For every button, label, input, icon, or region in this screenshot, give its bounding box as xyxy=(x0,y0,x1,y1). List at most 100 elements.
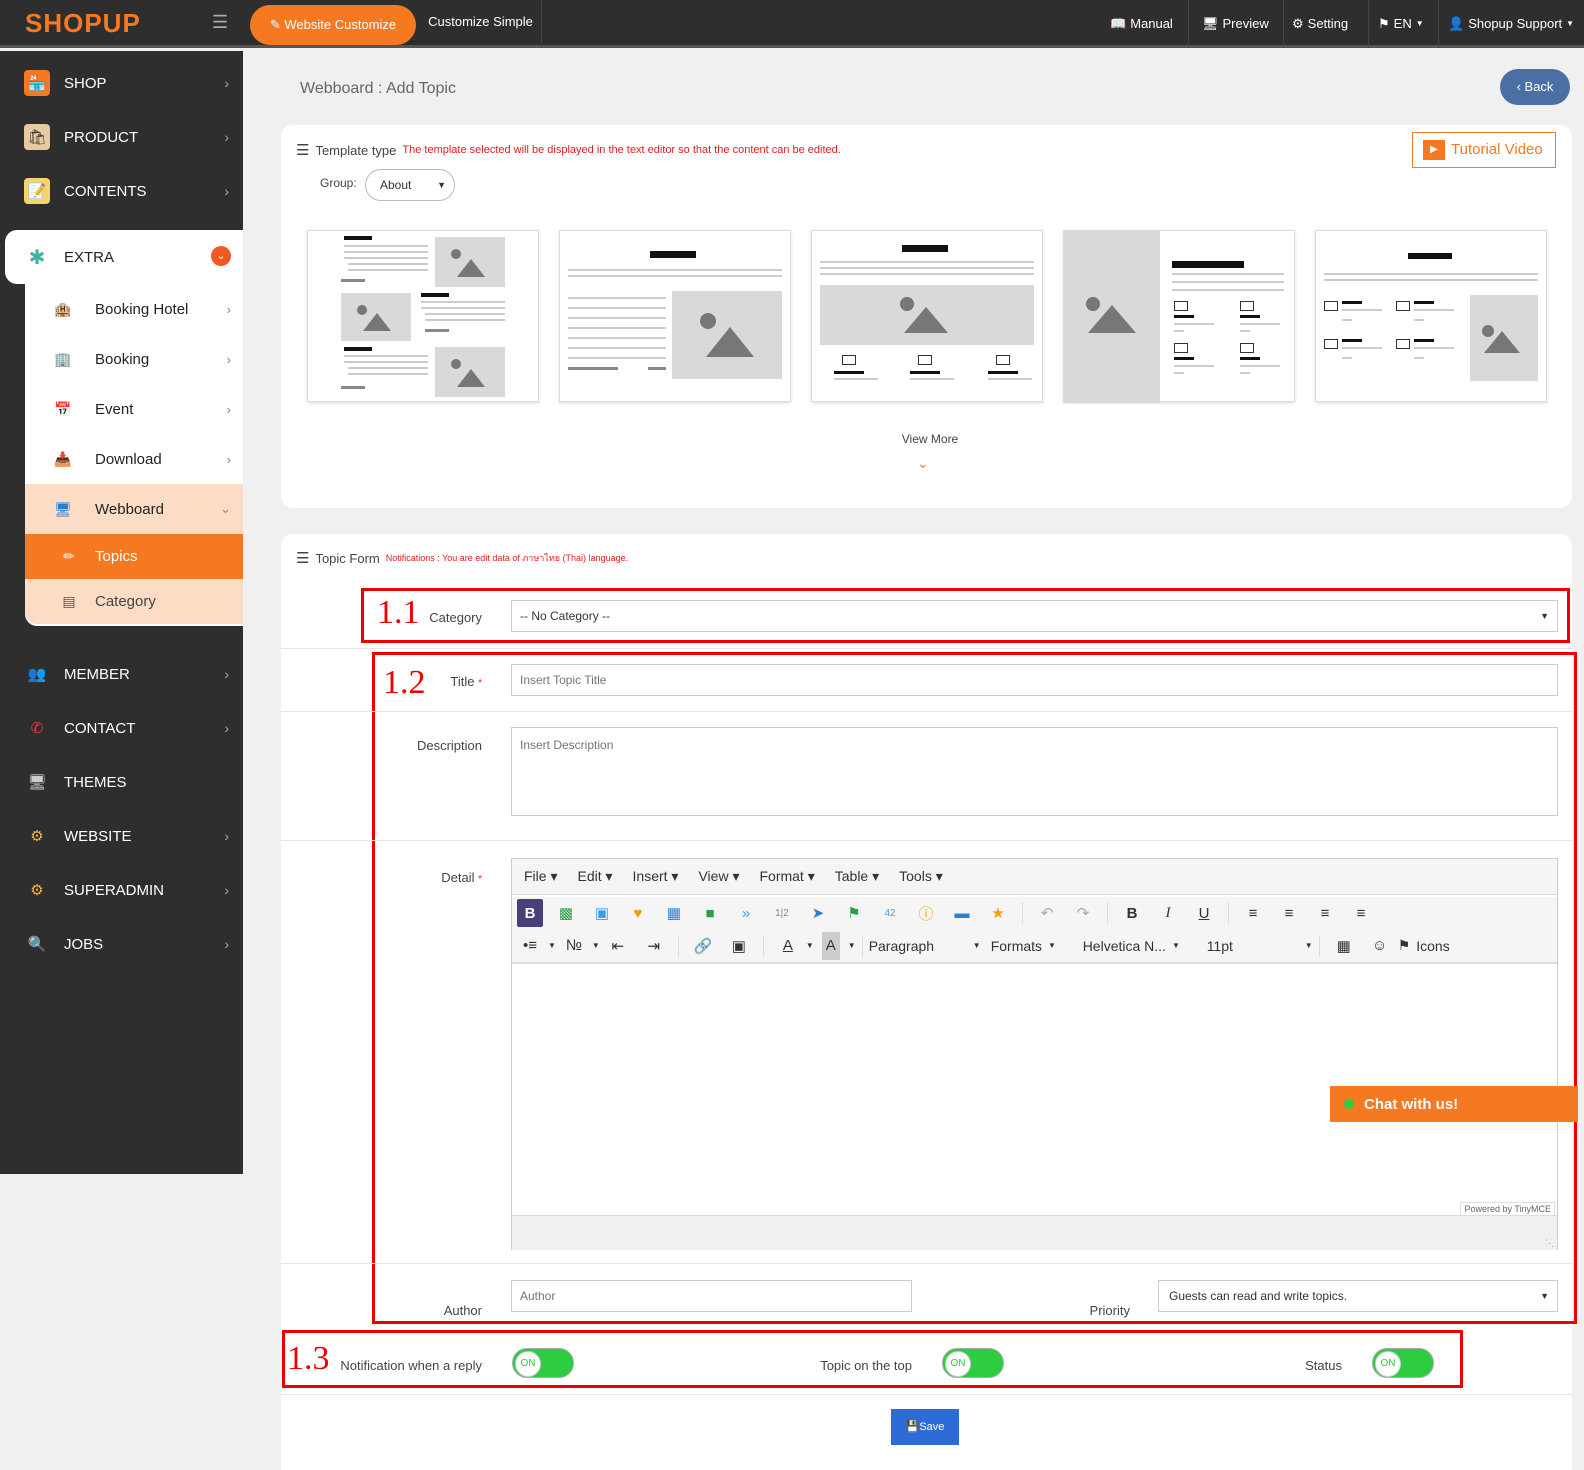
underline-icon[interactable]: U xyxy=(1186,899,1222,927)
sidebar-item-contact[interactable]: ✆ CONTACT › xyxy=(0,701,243,755)
powered-by-label[interactable]: Powered by TinyMCE xyxy=(1460,1202,1555,1216)
notification-reply-toggle[interactable]: ON xyxy=(512,1348,574,1378)
author-input[interactable] xyxy=(511,1280,912,1312)
italic-icon[interactable]: I xyxy=(1150,899,1186,927)
topic-on-top-toggle[interactable]: ON xyxy=(942,1348,1004,1378)
group-select[interactable]: About ▼ xyxy=(365,169,455,201)
sidebar-item-themes[interactable]: 🖥 THEMES xyxy=(0,755,243,809)
menu-format[interactable]: Format ▾ xyxy=(759,868,814,885)
alert-icon[interactable]: ⓘ xyxy=(908,899,944,927)
website-customize-button[interactable]: ✎ Website Customize xyxy=(250,5,416,45)
sidebar-item-contents[interactable]: 📝 CONTENTS › xyxy=(0,164,243,218)
button-arrow-icon[interactable]: ➤ xyxy=(800,899,836,927)
align-center-icon[interactable]: ≡ xyxy=(1271,899,1307,927)
paint-roller-icon[interactable]: ▩ xyxy=(548,899,584,927)
align-right-icon[interactable]: ≡ xyxy=(1307,899,1343,927)
sidebar-item-extra[interactable]: ✱ EXTRA ⌄ xyxy=(5,230,243,284)
align-left-icon[interactable]: ≡ xyxy=(1235,899,1271,927)
shopup-logo[interactable]: SHOPUP xyxy=(25,8,141,39)
submenu-item-topics[interactable]: ✏ Topics xyxy=(25,534,243,579)
heart-icon[interactable]: ♥ xyxy=(620,899,656,927)
text-color-icon[interactable]: A xyxy=(770,932,806,960)
icons-button[interactable]: ⚑ Icons xyxy=(1398,937,1450,954)
setting-link[interactable]: ⚙ Setting xyxy=(1292,0,1348,48)
template-thumbnail-5[interactable] xyxy=(1315,230,1547,402)
description-textarea[interactable] xyxy=(512,728,1557,815)
template-thumbnail-3[interactable] xyxy=(811,230,1043,402)
caret-down-icon[interactable]: ▼ xyxy=(848,941,856,950)
submenu-item-webboard[interactable]: 🖥 Webboard ⌄ xyxy=(25,484,243,534)
image-icon[interactable]: ▣ xyxy=(584,899,620,927)
menu-view[interactable]: View ▾ xyxy=(698,868,739,885)
emoticon-icon[interactable]: ☺ xyxy=(1362,932,1398,960)
caret-down-icon[interactable]: ▼ xyxy=(806,941,814,950)
back-button[interactable]: ‹ Back xyxy=(1500,69,1570,105)
menu-table[interactable]: Table ▾ xyxy=(835,868,879,885)
link-icon[interactable]: 🔗 xyxy=(685,932,721,960)
sidebar-item-superadmin[interactable]: ⚙ SUPERADMIN › xyxy=(0,863,243,917)
indent-icon[interactable]: ⇥ xyxy=(636,932,672,960)
chat-widget-button[interactable]: Chat with us! xyxy=(1330,1086,1578,1122)
outdent-icon[interactable]: ⇤ xyxy=(600,932,636,960)
submenu-item-category[interactable]: ▤ Category xyxy=(25,579,243,624)
submenu-item-download[interactable]: 📥 Download › xyxy=(25,434,243,484)
panel-icon[interactable]: ▬ xyxy=(944,899,980,927)
block-format-select[interactable]: Paragraph ▼ xyxy=(869,938,981,954)
font-family-select[interactable]: Helvetica N... ▼ xyxy=(1083,938,1199,954)
redo-icon[interactable]: ↷ xyxy=(1065,899,1101,927)
menu-insert[interactable]: Insert ▾ xyxy=(633,868,679,885)
breadcrumb-icon[interactable]: » xyxy=(728,899,764,927)
customize-simple-link[interactable]: Customize Simple xyxy=(420,0,542,48)
bold-icon[interactable]: B xyxy=(1114,899,1150,927)
support-dropdown[interactable]: 👤 Shopup Support ▼ xyxy=(1448,0,1574,48)
submenu-item-event[interactable]: 📅 Event › xyxy=(25,384,243,434)
template-thumbnail-4[interactable] xyxy=(1063,230,1295,403)
submenu-item-booking-hotel[interactable]: 🏨 Booking Hotel › xyxy=(25,284,243,334)
category-select[interactable]: -- No Category -- ▼ xyxy=(511,600,1558,632)
formats-select[interactable]: Formats ▼ xyxy=(991,938,1073,954)
sidebar-item-product[interactable]: 🛍 PRODUCT › xyxy=(0,110,243,164)
caret-down-icon[interactable]: ▼ xyxy=(548,941,556,950)
title-input-field[interactable] xyxy=(520,665,1557,695)
font-size-select[interactable]: 11pt ▼ xyxy=(1207,938,1313,954)
numbered-list-icon[interactable]: № xyxy=(556,932,592,960)
tutorial-video-button[interactable]: ▶ Tutorial Video xyxy=(1412,132,1556,168)
table-grid-icon[interactable]: ▦ xyxy=(656,899,692,927)
calculator-icon[interactable]: ▦ xyxy=(1326,932,1362,960)
sidebar-item-website[interactable]: ⚙ WEBSITE › xyxy=(0,809,243,863)
sidebar-item-member[interactable]: 👥 MEMBER › xyxy=(0,647,243,701)
pagination-icon[interactable]: 1|2 xyxy=(764,899,800,927)
resize-handle-icon[interactable]: ⋱ xyxy=(1545,1238,1554,1249)
insert-image-icon[interactable]: ▣ xyxy=(721,932,757,960)
sidebar-item-jobs[interactable]: 🔍 JOBS › xyxy=(0,917,243,971)
status-toggle[interactable]: ON xyxy=(1372,1348,1434,1378)
menu-file[interactable]: File ▾ xyxy=(524,868,557,885)
undo-icon[interactable]: ↶ xyxy=(1029,899,1065,927)
tag-icon[interactable]: ⚑ xyxy=(836,899,872,927)
submenu-item-booking[interactable]: 🏢 Booking › xyxy=(25,334,243,384)
template-thumbnail-1[interactable] xyxy=(307,230,539,402)
language-dropdown[interactable]: ⚑ EN ▼ xyxy=(1378,0,1424,48)
hamburger-menu-icon[interactable]: ☰ xyxy=(212,12,228,33)
caret-down-icon[interactable]: ▼ xyxy=(592,941,600,950)
manual-link[interactable]: 📖 Manual xyxy=(1110,0,1173,48)
author-input-field[interactable] xyxy=(520,1281,911,1311)
save-button[interactable]: 💾Save xyxy=(891,1409,959,1445)
view-more-link[interactable]: View More xyxy=(880,432,980,446)
priority-select[interactable]: Guests can read and write topics. ▼ xyxy=(1158,1280,1558,1312)
description-input[interactable] xyxy=(511,727,1558,816)
star-icon[interactable]: ★ xyxy=(980,899,1016,927)
menu-edit[interactable]: Edit ▾ xyxy=(577,868,612,885)
title-input[interactable] xyxy=(511,664,1558,696)
align-justify-icon[interactable]: ≡ xyxy=(1343,899,1379,927)
badge-icon[interactable]: 42 xyxy=(872,899,908,927)
chevron-down-icon[interactable]: ⌄ xyxy=(917,455,929,472)
bullet-list-icon[interactable]: •≡ xyxy=(512,932,548,960)
background-color-icon[interactable]: A xyxy=(821,931,840,960)
preview-link[interactable]: 🖥 Preview xyxy=(1202,0,1269,48)
layout-icon[interactable]: ■ xyxy=(692,899,728,927)
sidebar-item-shop[interactable]: 🏪 SHOP › xyxy=(0,56,243,110)
template-thumbnail-2[interactable] xyxy=(559,230,791,402)
menu-tools[interactable]: Tools ▾ xyxy=(899,868,943,885)
bootstrap-icon[interactable]: B xyxy=(517,899,543,927)
